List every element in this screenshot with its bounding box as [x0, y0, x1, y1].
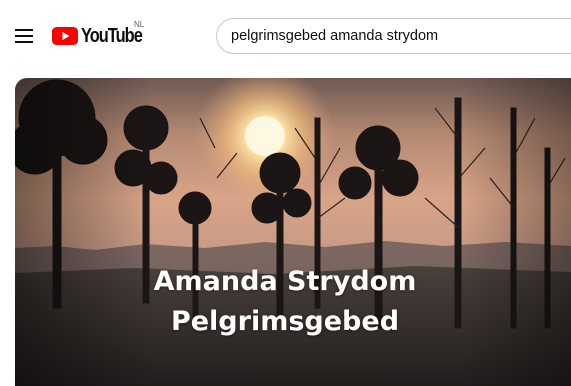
thumbnail-title-line-2: Pelgrimsgebed — [170, 306, 400, 337]
youtube-search-page: YouTube NL pelgrimsgebed amanda strydom … — [0, 0, 571, 386]
guide-menu-button[interactable] — [8, 20, 40, 52]
search-box — [216, 18, 571, 54]
thumbnail-title-line-1: Amanda Strydom — [153, 266, 417, 297]
youtube-logo[interactable]: YouTube NL — [52, 20, 155, 48]
video-thumbnail[interactable]: Amanda Strydom Pelgrimsgebed — [15, 78, 571, 386]
youtube-logo-icon — [52, 27, 78, 45]
top-strip — [0, 0, 571, 8]
country-code: NL — [134, 20, 145, 29]
logo-wordmark: YouTube — [81, 24, 143, 47]
search-input[interactable] — [231, 28, 561, 44]
hamburger-menu-icon — [15, 29, 33, 43]
masthead: YouTube NL — [0, 8, 571, 64]
